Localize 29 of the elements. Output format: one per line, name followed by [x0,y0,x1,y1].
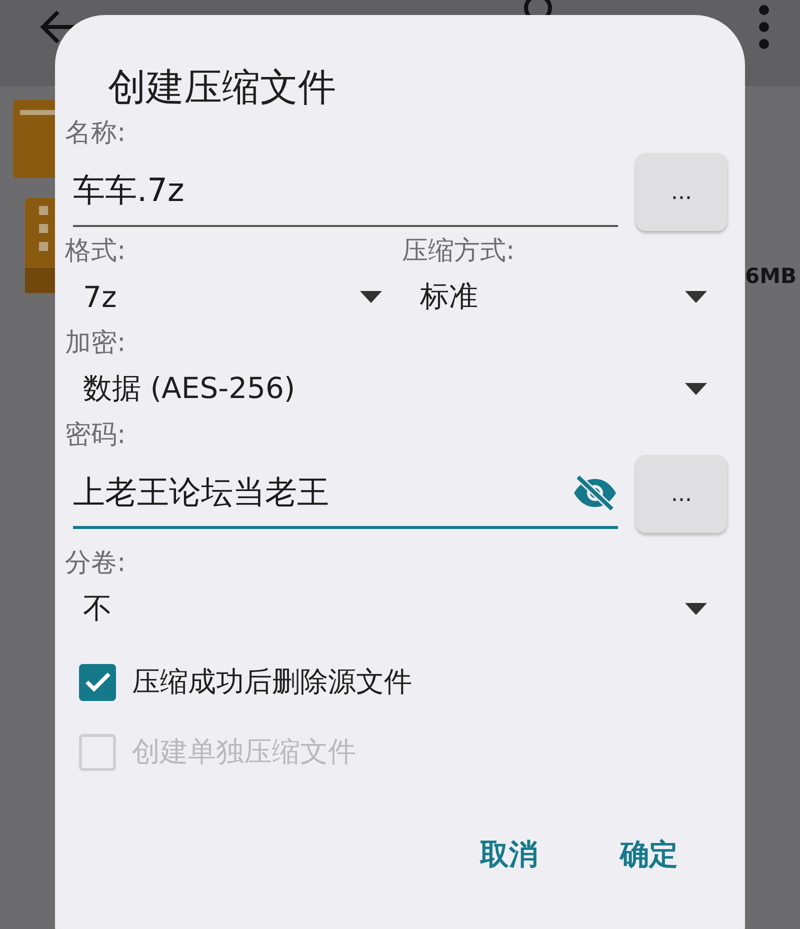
dropdown[interactable]: 7z [65,271,402,323]
dropdown-caret-icon[interactable] [685,291,707,303]
field-label: 加密: [65,327,127,360]
name-field[interactable]: 车车.7z [73,172,618,210]
browse-button[interactable]: ... [636,153,727,231]
field-label: 格式: [65,235,127,268]
checkmark-icon [84,672,110,692]
field-label: 分卷: [65,547,127,580]
dropdown[interactable]: 标准 [402,271,727,323]
file-size: 6MB [745,264,797,288]
field-label: 密码: [65,419,126,452]
field-label: 压缩方式: [402,235,516,268]
field-label: 名称: [65,117,126,150]
password-field[interactable]: 上老王论坛当老王 [73,474,572,512]
dialog-button[interactable]: 确定 [618,831,680,879]
checkbox[interactable] [79,664,116,700]
dropdown-caret-icon[interactable] [685,603,707,615]
more-options-icon[interactable] [758,4,770,50]
eye-off-icon[interactable] [572,474,618,512]
dropdown-caret-icon[interactable] [360,291,382,303]
dialog-title: 创建压缩文件 [108,64,337,111]
folder-icon [13,100,58,178]
dropdown[interactable]: 不 [65,583,727,635]
dropdown[interactable]: 数据 (AES-256) [65,363,727,415]
dialog-button[interactable]: 取消 [478,831,540,879]
archive-file-icon [25,198,57,293]
dropdown-caret-icon[interactable] [685,383,707,395]
checkbox-option[interactable]: 压缩成功后删除源文件 [79,647,727,717]
browse-button[interactable]: ... [636,455,727,533]
